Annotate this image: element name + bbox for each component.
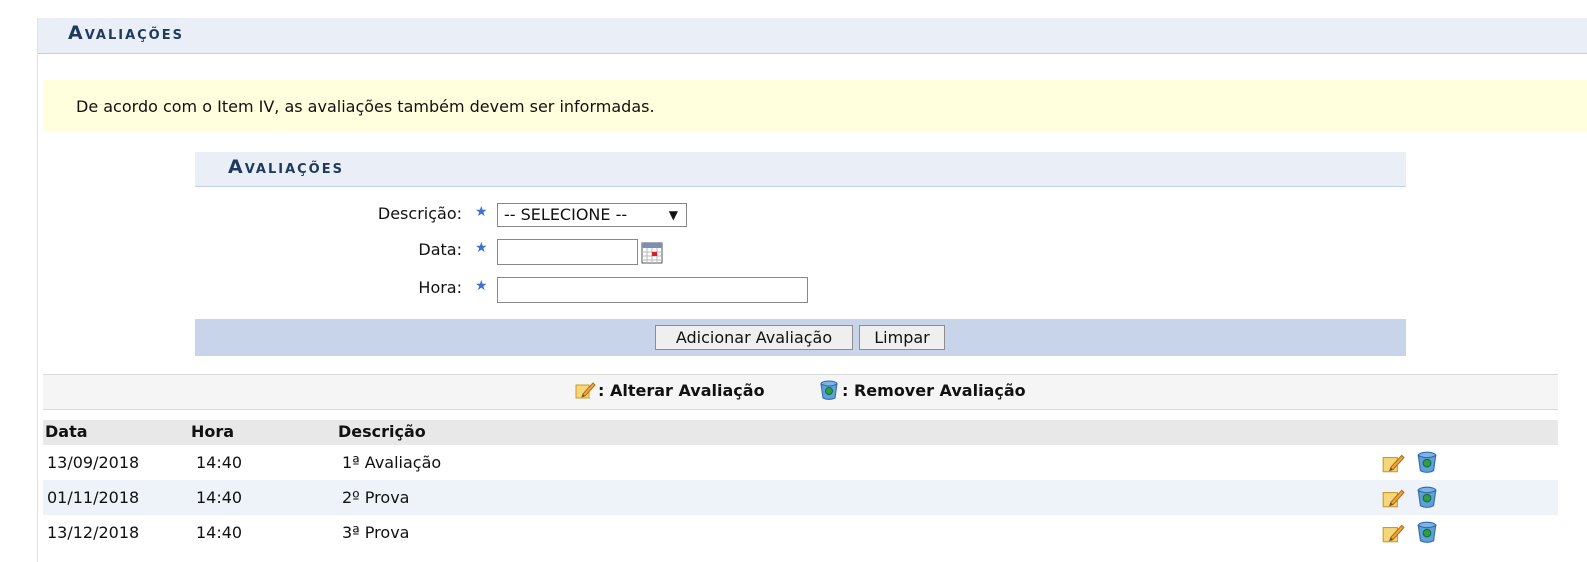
required-star-icon: ★ [475,278,488,294]
dropdown-arrow-icon: ▼ [668,208,678,222]
cell-hora: 14:40 [196,488,243,507]
column-header-descricao: Descrição [338,422,426,441]
panel-header: Avaliações [38,18,1587,54]
table-header-row: Data Hora Descrição [43,420,1558,445]
descricao-label: Descrição: [377,204,462,223]
table-row: 01/11/2018 14:40 2º Prova [43,480,1558,515]
edit-pencil-icon [575,382,596,399]
calendar-icon[interactable] [641,242,663,264]
cell-hora: 14:40 [196,523,243,542]
column-header-hora: Hora [191,422,235,441]
required-star-icon: ★ [475,204,488,220]
cell-data: 01/11/2018 [47,488,140,507]
cell-descricao: 3ª Prova [342,523,410,542]
column-header-data: Data [45,422,88,441]
legend-remove-label: : Remover Avaliação [842,381,1026,400]
edit-pencil-icon[interactable] [1381,486,1405,510]
cell-hora: 14:40 [196,453,243,472]
notice-box: De acordo com o Item IV, as avaliações t… [43,80,1587,132]
cell-descricao: 1ª Avaliação [342,453,442,472]
adicionar-avaliacao-button[interactable]: Adicionar Avaliação [655,325,853,350]
notice-text: De acordo com o Item IV, as avaliações t… [76,97,655,116]
form-button-bar: Adicionar Avaliação Limpar [195,319,1406,356]
required-star-icon: ★ [475,240,488,256]
panel-title: Avaliações [68,22,184,44]
hora-input[interactable] [497,277,808,303]
avaliacao-form: Avaliações Descrição: ★ -- SELECIONE -- … [195,152,1406,356]
edit-pencil-icon[interactable] [1381,451,1405,475]
data-label: Data: [418,240,462,259]
edit-pencil-icon[interactable] [1381,521,1405,545]
icon-legend: : Alterar Avaliação : Remover Avaliação [43,374,1558,410]
legend-edit: : Alterar Avaliação [574,381,794,405]
data-input[interactable] [497,239,638,265]
table-row: 13/09/2018 14:40 1ª Avaliação [43,445,1558,480]
cell-data: 13/09/2018 [47,453,140,472]
descricao-select[interactable]: -- SELECIONE -- ▼ [497,203,687,227]
legend-edit-label: : Alterar Avaliação [598,381,765,400]
trash-bin-icon[interactable] [1415,450,1439,474]
cell-data: 13/12/2018 [47,523,140,542]
table-row: 13/12/2018 14:40 3ª Prova [43,515,1558,550]
avaliacoes-panel: Avaliações De acordo com o Item IV, as a… [37,18,1587,562]
cell-descricao: 2º Prova [342,488,410,507]
trash-bin-icon[interactable] [1415,520,1439,544]
trash-bin-icon [820,380,838,400]
legend-remove: : Remover Avaliação [818,380,1078,405]
form-title: Avaliações [228,156,344,178]
hora-label: Hora: [418,278,462,297]
form-header: Avaliações [195,152,1406,187]
limpar-button[interactable]: Limpar [859,325,945,350]
descricao-select-value: -- SELECIONE -- [504,205,628,224]
trash-bin-icon[interactable] [1415,485,1439,509]
